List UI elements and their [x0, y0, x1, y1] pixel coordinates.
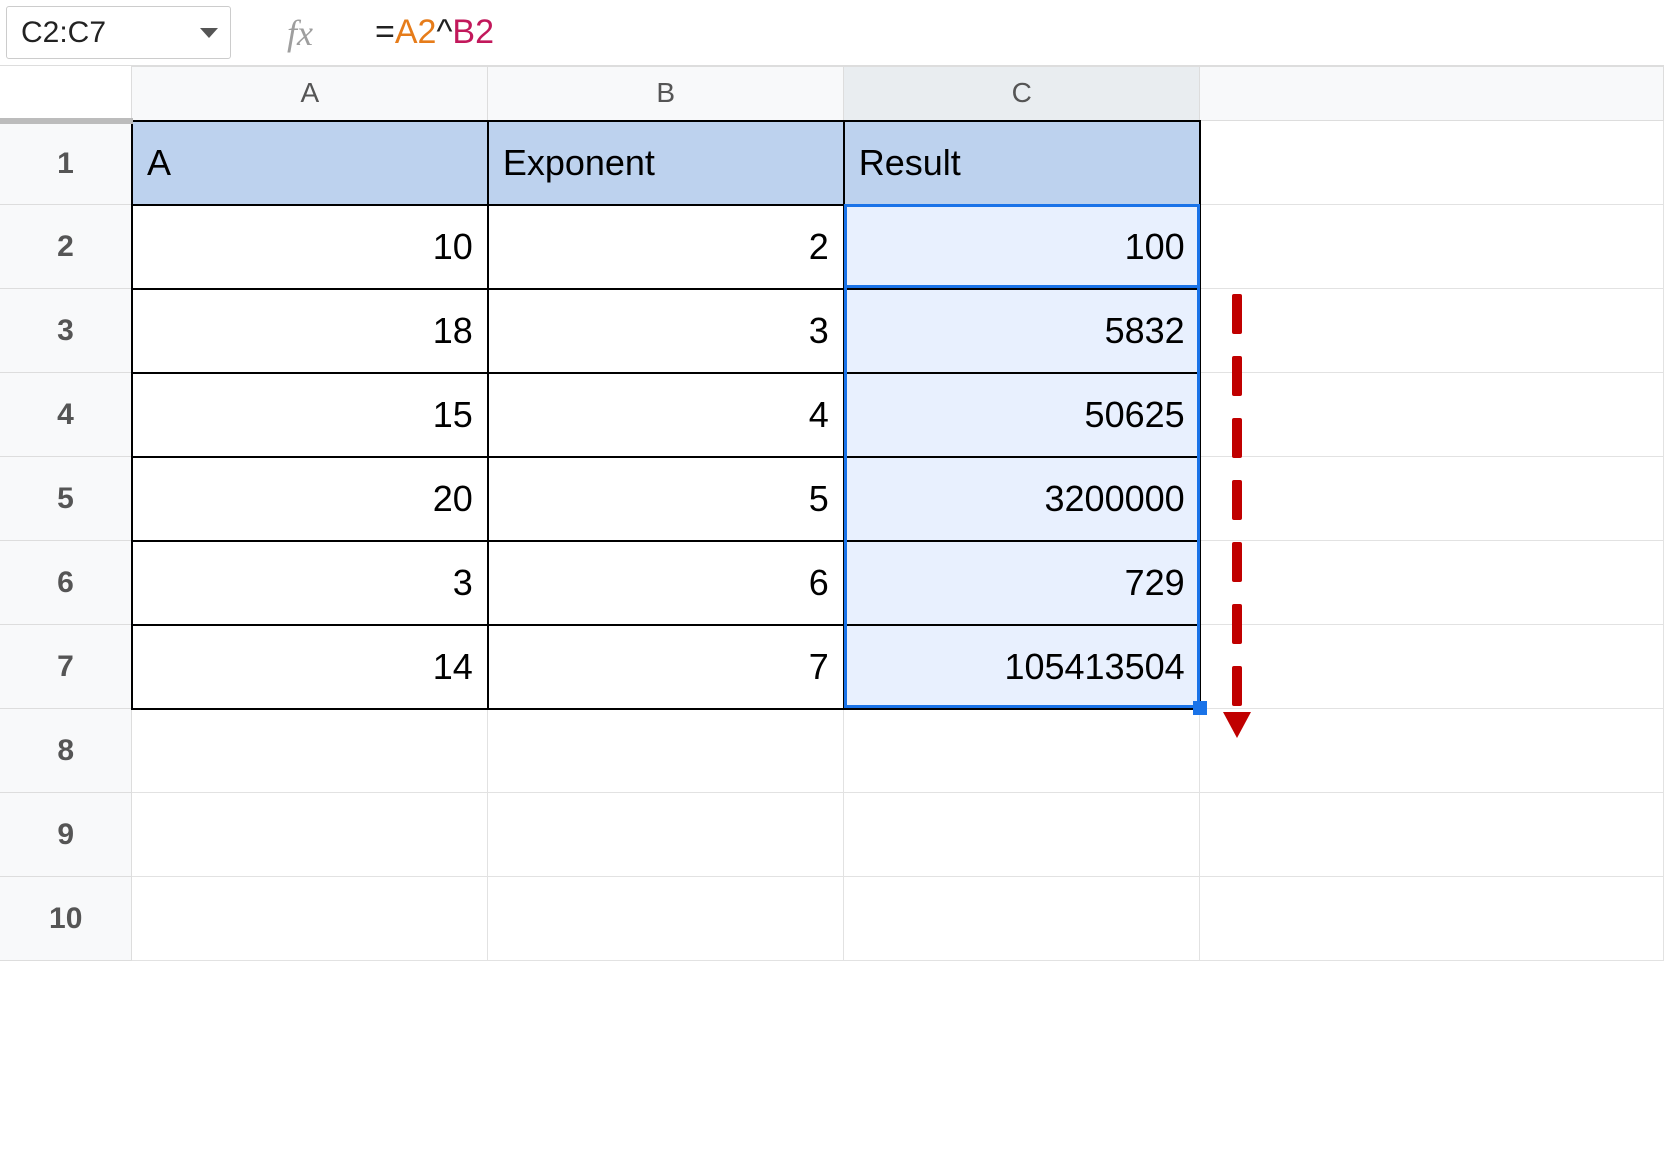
row-header-9[interactable]: 9	[0, 793, 132, 877]
formula-input[interactable]: =A2^B2	[365, 0, 1664, 65]
cell-b9[interactable]	[488, 793, 844, 877]
cell-a5[interactable]: 20	[132, 457, 488, 541]
cell-a2[interactable]: 10	[132, 205, 488, 289]
cell-c9[interactable]	[844, 793, 1200, 877]
cell-d10[interactable]	[1200, 877, 1664, 961]
name-box[interactable]: C2:C7	[6, 6, 231, 59]
row-header-3[interactable]: 3	[0, 289, 132, 373]
cell-b8[interactable]	[488, 709, 844, 793]
cell-d3[interactable]	[1200, 289, 1664, 373]
row-header-4[interactable]: 4	[0, 373, 132, 457]
cell-c5[interactable]: 3200000	[844, 457, 1200, 541]
row-header-5[interactable]: 5	[0, 457, 132, 541]
cell-a3[interactable]: 18	[132, 289, 488, 373]
cell-d1[interactable]	[1200, 121, 1664, 205]
column-header-b[interactable]: B	[488, 67, 844, 121]
cell-d4[interactable]	[1200, 373, 1664, 457]
row-header-1[interactable]: 1	[0, 121, 132, 205]
cell-a8[interactable]	[132, 709, 488, 793]
cell-a10[interactable]	[132, 877, 488, 961]
cell-b3[interactable]: 3	[488, 289, 844, 373]
row-header-6[interactable]: 6	[0, 541, 132, 625]
cell-c8[interactable]	[844, 709, 1200, 793]
select-all-corner[interactable]	[0, 67, 132, 121]
row-header-10[interactable]: 10	[0, 877, 132, 961]
cell-b5[interactable]: 5	[488, 457, 844, 541]
fx-icon[interactable]: fx	[235, 0, 365, 65]
fill-handle[interactable]	[1193, 701, 1207, 715]
column-header-a[interactable]: A	[132, 67, 488, 121]
cell-c1[interactable]: Result	[844, 121, 1200, 205]
cell-a7[interactable]: 14	[132, 625, 488, 709]
cell-d5[interactable]	[1200, 457, 1664, 541]
cell-d7[interactable]	[1200, 625, 1664, 709]
row-header-8[interactable]: 8	[0, 709, 132, 793]
cell-b10[interactable]	[488, 877, 844, 961]
cell-b6[interactable]: 6	[488, 541, 844, 625]
cell-a9[interactable]	[132, 793, 488, 877]
formula-ref-a2: A2	[395, 13, 437, 52]
cell-d6[interactable]	[1200, 541, 1664, 625]
cell-c6[interactable]: 729	[844, 541, 1200, 625]
chevron-down-icon[interactable]	[200, 28, 218, 38]
cell-c4[interactable]: 50625	[844, 373, 1200, 457]
cell-c2[interactable]: 100	[844, 205, 1200, 289]
formula-operator: ^	[436, 13, 452, 52]
cell-d8[interactable]	[1200, 709, 1664, 793]
row-header-2[interactable]: 2	[0, 205, 132, 289]
column-header-c[interactable]: C	[844, 67, 1200, 121]
cell-c3[interactable]: 5832	[844, 289, 1200, 373]
cell-c10[interactable]	[844, 877, 1200, 961]
cell-b7[interactable]: 7	[488, 625, 844, 709]
name-box-value: C2:C7	[21, 16, 192, 50]
cell-a4[interactable]: 15	[132, 373, 488, 457]
cell-c7[interactable]: 105413504	[844, 625, 1200, 709]
formula-ref-b2: B2	[452, 13, 494, 52]
cell-a1[interactable]: A	[132, 121, 488, 205]
spreadsheet-grid[interactable]: A B C 1 A Exponent Result 2 10 2 100 3 1…	[0, 66, 1664, 961]
formula-bar: C2:C7 fx =A2^B2	[0, 0, 1664, 66]
cell-d2[interactable]	[1200, 205, 1664, 289]
cell-b2[interactable]: 2	[488, 205, 844, 289]
formula-equals: =	[375, 13, 395, 52]
cell-b1[interactable]: Exponent	[488, 121, 844, 205]
row-header-7[interactable]: 7	[0, 625, 132, 709]
cell-b4[interactable]: 4	[488, 373, 844, 457]
cell-a6[interactable]: 3	[132, 541, 488, 625]
cell-d9[interactable]	[1200, 793, 1664, 877]
column-header-extra[interactable]	[1200, 67, 1664, 121]
